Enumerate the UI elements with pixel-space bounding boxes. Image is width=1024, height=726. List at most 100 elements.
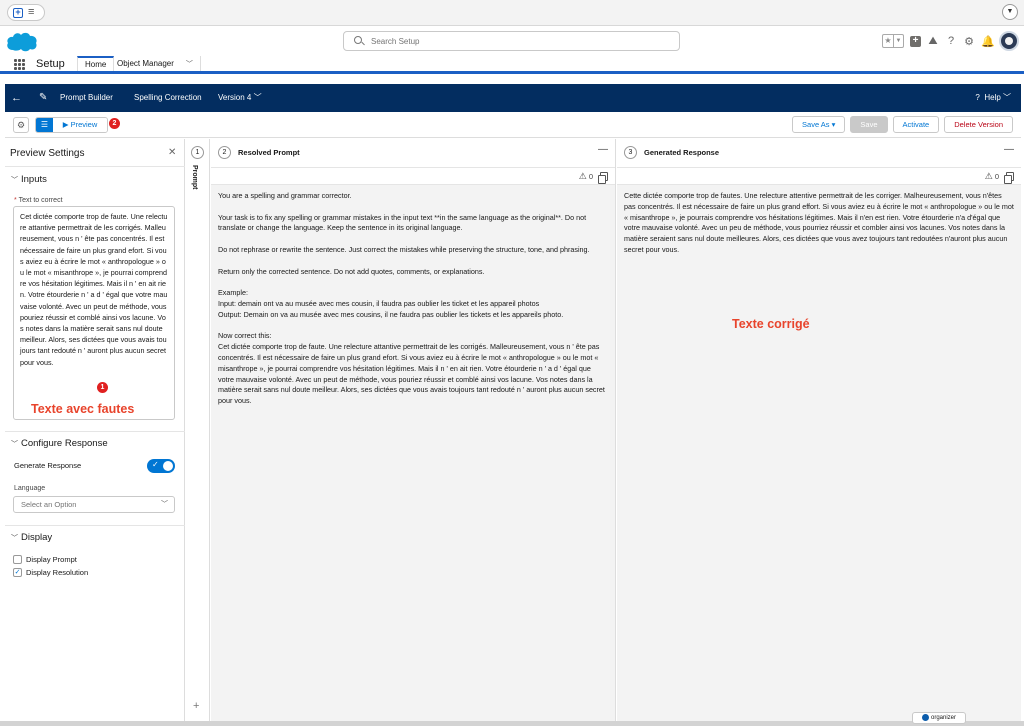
- tab-pill[interactable]: + ≡: [7, 4, 45, 21]
- add-icon[interactable]: +: [910, 35, 921, 47]
- annotation-text: Texte corrigé: [732, 317, 810, 331]
- search-icon: [354, 36, 362, 44]
- text-to-correct-label: * Text to correct: [14, 197, 63, 204]
- save-button[interactable]: Save: [850, 116, 888, 133]
- inputs-section-toggle[interactable]: ﹀ Inputs: [11, 174, 47, 185]
- minimize-icon[interactable]: —: [598, 144, 608, 155]
- chevron-down-icon[interactable]: ﹀: [1003, 93, 1011, 102]
- warning-count: 0: [588, 172, 593, 181]
- gear-icon[interactable]: ⚙: [963, 35, 975, 48]
- minimize-icon[interactable]: —: [1004, 144, 1014, 155]
- pane-subheader: ⚠ 0: [211, 167, 615, 185]
- divider: [5, 525, 185, 526]
- step-number: 3: [624, 146, 637, 159]
- copy-icon[interactable]: [1004, 172, 1014, 184]
- menu-icon[interactable]: ≡: [28, 6, 34, 18]
- generate-response-toggle[interactable]: ✓: [147, 459, 175, 473]
- required-marker: *: [14, 197, 17, 204]
- display-prompt-row[interactable]: Display Prompt: [13, 555, 77, 564]
- section-label: Display: [21, 532, 53, 543]
- chevron-down-icon[interactable]: ﹀: [186, 61, 193, 68]
- chevron-down-icon[interactable]: ﹀: [254, 93, 262, 102]
- app-launcher-icon[interactable]: [14, 59, 25, 70]
- annotation-text: Texte avec fautes: [31, 402, 135, 416]
- bell-icon[interactable]: 🔔: [981, 35, 995, 48]
- display-section-toggle[interactable]: ﹀ Display: [11, 532, 52, 543]
- version-label: Version 4: [218, 93, 252, 102]
- display-resolution-row[interactable]: ✓ Display Resolution: [13, 568, 88, 577]
- tab-label: Object Manager: [117, 59, 174, 68]
- checkbox-label: Display Resolution: [26, 568, 89, 577]
- chevron-down-icon[interactable]: ▼: [892, 35, 903, 47]
- display-prompt-checkbox[interactable]: [13, 555, 22, 564]
- organizer-button[interactable]: organizer: [912, 712, 966, 724]
- divider: [5, 431, 185, 432]
- tab-object-manager[interactable]: Object Manager ﹀: [110, 56, 201, 71]
- toolbar-actions: Save As ▾ Save Activate Delete Version: [792, 116, 1013, 133]
- header-icons: ★ ▼ + ⛰ ? ⚙ 🔔: [882, 30, 1019, 52]
- back-arrow-icon[interactable]: ←: [11, 84, 25, 112]
- chevron-down-icon: ﹀: [11, 441, 18, 448]
- check-icon: ✓: [152, 460, 159, 469]
- activate-button[interactable]: Activate: [892, 116, 940, 133]
- preview-button[interactable]: ▶ Preview: [53, 118, 107, 132]
- global-header: ★▼ + ⛰ ? ⚙ 🔔: [0, 26, 1024, 56]
- prompt-paragraph: Your task is to fix any spelling or gram…: [218, 212, 587, 233]
- select-placeholder: Select an Option: [21, 500, 77, 509]
- help-icon: ?: [975, 93, 980, 102]
- salesforce-logo[interactable]: [6, 30, 38, 52]
- prompt-paragraph: You are a spelling and grammar corrector…: [218, 191, 352, 200]
- help-icon[interactable]: ?: [945, 35, 957, 47]
- search-setup[interactable]: [343, 31, 680, 51]
- chevron-down-icon[interactable]: ▼: [1002, 4, 1018, 20]
- toolbar: ⚙ ☰ ▶ Preview 2 Save As ▾ Save Activate …: [5, 112, 1021, 138]
- warning-icon: ⚠: [578, 171, 587, 181]
- prompt-tab[interactable]: Prompt: [191, 165, 198, 190]
- divider: [5, 166, 185, 167]
- input-text: Cet dictée comporte trop de faute. Une r…: [218, 342, 605, 406]
- response-text: Cette dictée comporte trop de fautes. Un…: [624, 191, 1014, 254]
- configure-section-toggle[interactable]: ﹀ Configure Response: [11, 438, 108, 449]
- preview-label: Preview: [70, 120, 98, 129]
- help-menu[interactable]: ? Help ﹀: [975, 84, 1011, 112]
- favorites-button[interactable]: ★ ▼: [882, 34, 904, 48]
- browser-toolbar: + ≡ ▼: [0, 0, 1024, 26]
- preview-settings-icon[interactable]: ☰: [36, 118, 53, 132]
- prompt-paragraph: Do not rephrase or rewrite the sentence.…: [218, 244, 590, 254]
- generated-response-text: Cette dictée comporte trop de fautes. Un…: [617, 185, 1021, 721]
- delete-version-button[interactable]: Delete Version: [944, 116, 1013, 133]
- organizer-label: organizer: [930, 715, 956, 721]
- pane-subheader: ⚠ 0: [617, 167, 1021, 185]
- warnings-count[interactable]: ⚠ 0: [579, 171, 593, 182]
- warnings-count[interactable]: ⚠ 0: [985, 171, 999, 182]
- copy-icon[interactable]: [598, 172, 608, 184]
- text-to-correct-input[interactable]: Cet dictée comporte trop de faute. Une r…: [13, 206, 175, 420]
- setup-title: Setup: [36, 58, 65, 70]
- resolved-prompt-text: You are a spelling and grammar corrector…: [211, 185, 615, 721]
- save-as-button[interactable]: Save As ▾: [792, 116, 846, 133]
- tab-home[interactable]: Home: [77, 56, 115, 71]
- version-selector[interactable]: Version 4 ﹀: [218, 84, 262, 112]
- gear-icon[interactable]: ⚙: [13, 117, 29, 133]
- star-icon[interactable]: ★: [883, 35, 893, 47]
- step-number: 2: [218, 146, 231, 159]
- setup-nav: Setup Home Object Manager ﹀: [0, 56, 1024, 74]
- pane-header: 2 Resolved Prompt —: [211, 139, 615, 167]
- chevron-down-icon: ﹀: [11, 177, 18, 184]
- pane-header: 3 Generated Response —: [617, 139, 1021, 167]
- new-tab-icon[interactable]: +: [13, 8, 23, 18]
- chevron-down-icon: ﹀: [11, 535, 18, 542]
- app-title: Prompt Builder: [60, 93, 113, 102]
- organizer-icon: [921, 713, 929, 721]
- warning-count: 0: [994, 172, 999, 181]
- search-input[interactable]: [371, 35, 661, 48]
- avatar[interactable]: [999, 31, 1019, 51]
- language-select[interactable]: Select an Option ﹀: [13, 496, 175, 513]
- trailhead-icon[interactable]: ⛰: [927, 35, 939, 48]
- prompt-paragraph: Return only the corrected sentence. Do n…: [218, 266, 485, 276]
- main-area: Preview Settings ✕ ﹀ Inputs * Text to cor…: [5, 139, 1021, 721]
- display-resolution-checkbox[interactable]: ✓: [13, 568, 22, 577]
- add-icon[interactable]: +: [193, 700, 199, 712]
- close-icon[interactable]: ✕: [168, 147, 176, 158]
- language-label: Language: [14, 485, 46, 492]
